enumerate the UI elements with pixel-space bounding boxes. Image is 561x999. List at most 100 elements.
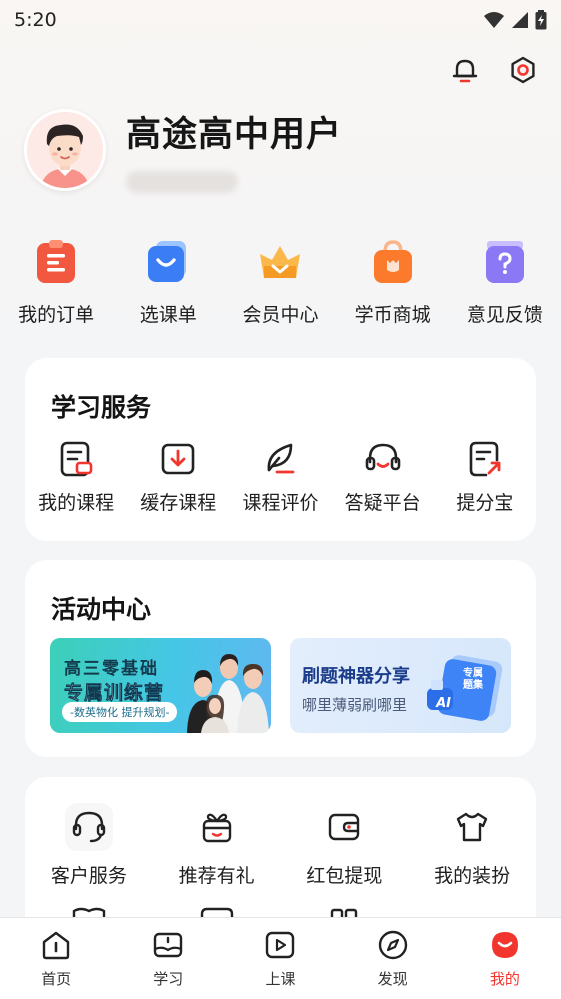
- tshirt-icon-wrap: [448, 803, 496, 851]
- compass-icon-wrap: [376, 928, 410, 962]
- study-icon-wrap: [151, 928, 185, 962]
- service-label: 缓存课程: [140, 492, 217, 514]
- avatar-image: [27, 111, 103, 188]
- quick-action-label: 会员中心: [242, 304, 319, 326]
- customer-service-icon: [72, 811, 106, 843]
- wifi-icon: [484, 12, 504, 28]
- wallet-icon-wrap: [320, 803, 368, 851]
- service-label: 我的装扮: [434, 865, 511, 887]
- service-cached-courses[interactable]: 缓存课程: [127, 440, 229, 515]
- profile-info: 高途高中用户: [126, 106, 342, 193]
- banner-subtitle: 哪里薄弱刷哪里: [302, 696, 408, 714]
- masked-phone-number: [126, 171, 238, 193]
- teachers-photo: [187, 654, 269, 733]
- tab-label: 学习: [153, 970, 184, 988]
- quick-action-cart[interactable]: 选课单: [112, 238, 224, 327]
- compass-icon: [378, 930, 407, 960]
- cart-icon: [148, 241, 187, 282]
- tab-label: 首页: [41, 970, 72, 988]
- quick-action-feedback[interactable]: 意见反馈: [449, 238, 561, 327]
- tab-label: 上课: [265, 970, 296, 988]
- study-icon: [154, 932, 183, 958]
- home-icon: [42, 931, 70, 960]
- tab-home[interactable]: 首页: [0, 918, 112, 999]
- service-customer-support[interactable]: 客户服务: [25, 803, 153, 888]
- profile-section[interactable]: 高途高中用户: [24, 106, 342, 193]
- header-actions: [449, 54, 539, 86]
- home-icon-wrap: [39, 928, 73, 962]
- shop-bag-icon: [373, 240, 412, 283]
- profile-icon: [491, 932, 518, 958]
- ai-badge: AI: [436, 696, 451, 711]
- learning-services-card: 学习服务 我的课程 缓存课程 课程评价 答疑平台 提分宝: [25, 358, 536, 541]
- order-icon: [37, 240, 76, 283]
- service-label: 客户服务: [50, 865, 127, 887]
- customer-service-icon-wrap: [64, 803, 113, 851]
- banner-title-line2: 专属训练营: [64, 682, 165, 705]
- book-label: 专属题集: [463, 668, 483, 691]
- service-label: 红包提现: [306, 865, 383, 887]
- tab-label: 发现: [377, 970, 408, 988]
- activity-center-card: 活动中心 高三零基础 专属训练营 -数英物化 提升规划- 刷题神器分享 哪里薄弱…: [25, 560, 536, 757]
- tab-discover[interactable]: 发现: [337, 918, 449, 999]
- quick-actions: 我的订单 选课单 会员中心 学币商城 意见反馈: [0, 238, 561, 327]
- service-referral-gift[interactable]: 推荐有礼: [153, 803, 281, 888]
- tab-attend-class[interactable]: 上课: [224, 918, 336, 999]
- quick-action-label: 学币商城: [354, 304, 431, 326]
- tab-study[interactable]: 学习: [112, 918, 224, 999]
- settings-button[interactable]: [507, 54, 539, 86]
- username: 高途高中用户: [126, 115, 343, 155]
- bell-icon: [452, 59, 478, 83]
- banner-title: 刷题神器分享: [302, 666, 410, 687]
- profile-icon-wrap: [488, 928, 522, 962]
- avatar[interactable]: [24, 108, 106, 191]
- headset-icon: [365, 443, 400, 471]
- bottom-tab-bar: 首页 学习 上课 发现 我的: [0, 917, 561, 999]
- tab-label: 我的: [489, 970, 520, 988]
- signal-icon: [512, 12, 528, 28]
- quick-action-membership[interactable]: 会员中心: [224, 238, 336, 327]
- zero-basis-camp-banner[interactable]: 高三零基础 专属训练营 -数英物化 提升规划-: [50, 638, 271, 733]
- service-label: 提分宝: [456, 492, 514, 514]
- crown-icon: [260, 246, 301, 278]
- service-red-packet-withdraw[interactable]: 红包提现: [281, 803, 409, 888]
- more-services-row: 客户服务 推荐有礼 红包提现 我的装扮: [25, 803, 536, 888]
- status-time: 5:20: [14, 9, 57, 31]
- service-my-outfit[interactable]: 我的装扮: [408, 803, 536, 888]
- service-course-review[interactable]: 课程评价: [229, 440, 331, 515]
- learning-services-row: 我的课程 缓存课程 课程评价 答疑平台 提分宝: [25, 440, 536, 515]
- battery-icon: [535, 10, 547, 30]
- service-score-booster[interactable]: 提分宝: [434, 440, 536, 515]
- quick-action-label: 选课单: [139, 304, 197, 326]
- download-icon: [161, 443, 195, 475]
- quick-action-coin-shop[interactable]: 学币商城: [337, 238, 449, 327]
- quick-action-label: 我的订单: [18, 304, 95, 326]
- course-icon: [60, 441, 93, 477]
- service-label: 我的课程: [38, 492, 115, 514]
- review-icon: [268, 443, 295, 474]
- quick-action-label: 意见反馈: [466, 304, 543, 326]
- service-my-courses[interactable]: 我的课程: [25, 440, 127, 515]
- banner-tag: -数英物化 提升规划-: [62, 702, 178, 722]
- status-icons: [483, 10, 547, 30]
- service-qa-platform[interactable]: 答疑平台: [332, 440, 434, 515]
- notification-button[interactable]: [449, 54, 481, 86]
- score-up-icon: [469, 441, 501, 477]
- wallet-icon: [329, 813, 360, 841]
- service-label: 答疑平台: [344, 492, 421, 514]
- tshirt-icon: [456, 812, 488, 842]
- settings-icon: [511, 56, 535, 84]
- gift-icon: [202, 813, 231, 843]
- feedback-icon: [485, 241, 524, 283]
- practice-tool-banner[interactable]: 刷题神器分享 哪里薄弱刷哪里 AI 专属题集: [290, 638, 511, 733]
- banner-title-line1: 高三零基础: [64, 659, 159, 679]
- section-title: 学习服务: [51, 393, 152, 422]
- quick-action-orders[interactable]: 我的订单: [0, 238, 112, 327]
- service-label: 推荐有礼: [178, 865, 255, 887]
- status-bar: 5:20: [0, 0, 561, 40]
- play-icon: [266, 931, 295, 959]
- service-label: 课程评价: [242, 492, 319, 514]
- section-title: 活动中心: [51, 595, 152, 624]
- tab-mine[interactable]: 我的: [449, 918, 561, 999]
- play-icon-wrap: [263, 928, 297, 962]
